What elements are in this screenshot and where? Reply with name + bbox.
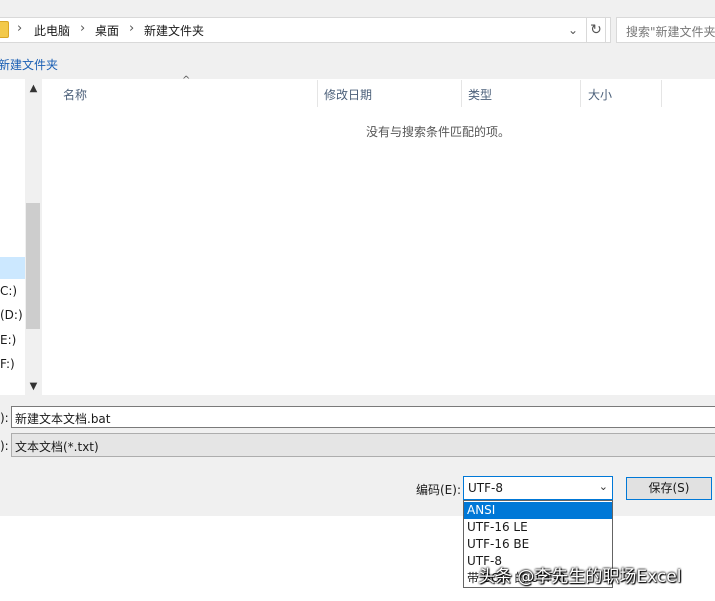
refresh-icon[interactable]: ↻ — [586, 17, 606, 43]
column-divider[interactable] — [580, 80, 581, 107]
watermark-text: 头条 @李先生的职场Excel — [478, 567, 682, 587]
search-placeholder: 搜索"新建文件夹" — [626, 25, 715, 39]
empty-list-message: 没有与搜索条件匹配的项。 — [366, 125, 511, 139]
breadcrumb-desktop[interactable]: 桌面 — [95, 22, 119, 39]
filename-value: 新建文本文档.bat — [15, 412, 111, 426]
save-button[interactable]: 保存(S) — [626, 477, 712, 500]
search-input[interactable]: 搜索"新建文件夹" — [616, 17, 715, 43]
sort-ascending-icon: ^ — [182, 75, 191, 86]
column-divider[interactable] — [661, 80, 662, 107]
folder-icon — [0, 21, 9, 38]
nav-item-drive-d[interactable]: (D:) — [0, 308, 23, 322]
scroll-down-icon[interactable]: ▼ — [25, 378, 42, 396]
encoding-option-ansi[interactable]: ANSI — [464, 502, 612, 519]
column-divider[interactable] — [461, 80, 462, 107]
breadcrumb-this-pc[interactable]: 此电脑 — [34, 22, 70, 39]
encoding-label: 编码(E): — [416, 483, 461, 497]
column-header-type[interactable]: 类型 — [468, 86, 492, 103]
chevron-right-icon: › — [129, 21, 135, 36]
nav-item-drive-f[interactable]: F:) — [0, 357, 15, 371]
filename-input[interactable]: 新建文本文档.bat — [11, 406, 715, 428]
encoding-option-utf16be[interactable]: UTF-16 BE — [464, 536, 612, 553]
column-header-size[interactable]: 大小 — [588, 86, 612, 103]
nav-scrollbar-thumb[interactable] — [26, 203, 40, 329]
chevron-right-icon: › — [17, 21, 23, 36]
encoding-option-utf16le[interactable]: UTF-16 LE — [464, 519, 612, 536]
scroll-up-icon[interactable]: ▲ — [25, 80, 42, 98]
chevron-down-icon[interactable]: ⌄ — [566, 20, 580, 40]
nav-item-drive-e[interactable]: E:) — [0, 333, 16, 347]
encoding-select[interactable]: UTF-8 ⌄ — [463, 476, 613, 500]
breadcrumb-new-folder[interactable]: 新建文件夹 — [144, 22, 204, 39]
column-header-date[interactable]: 修改日期 — [324, 86, 372, 103]
address-bar[interactable]: › 此电脑 › 桌面 › 新建文件夹 ⌄ — [0, 17, 611, 43]
filetype-value: 文本文档(*.txt) — [15, 440, 99, 454]
filetype-select[interactable]: 文本文档(*.txt) — [11, 433, 715, 457]
nav-item-drive-c[interactable]: C:) — [0, 284, 17, 298]
chevron-down-icon: ⌄ — [598, 480, 608, 493]
chevron-right-icon: › — [80, 21, 86, 36]
filename-label: ): — [0, 411, 9, 425]
nav-selected-item[interactable] — [0, 257, 25, 279]
column-divider[interactable] — [317, 80, 318, 107]
column-header-name[interactable]: 名称 — [63, 86, 87, 103]
new-folder-button[interactable]: 新建文件夹 — [0, 56, 58, 73]
filetype-label: ): — [0, 439, 9, 453]
encoding-value: UTF-8 — [468, 481, 503, 495]
